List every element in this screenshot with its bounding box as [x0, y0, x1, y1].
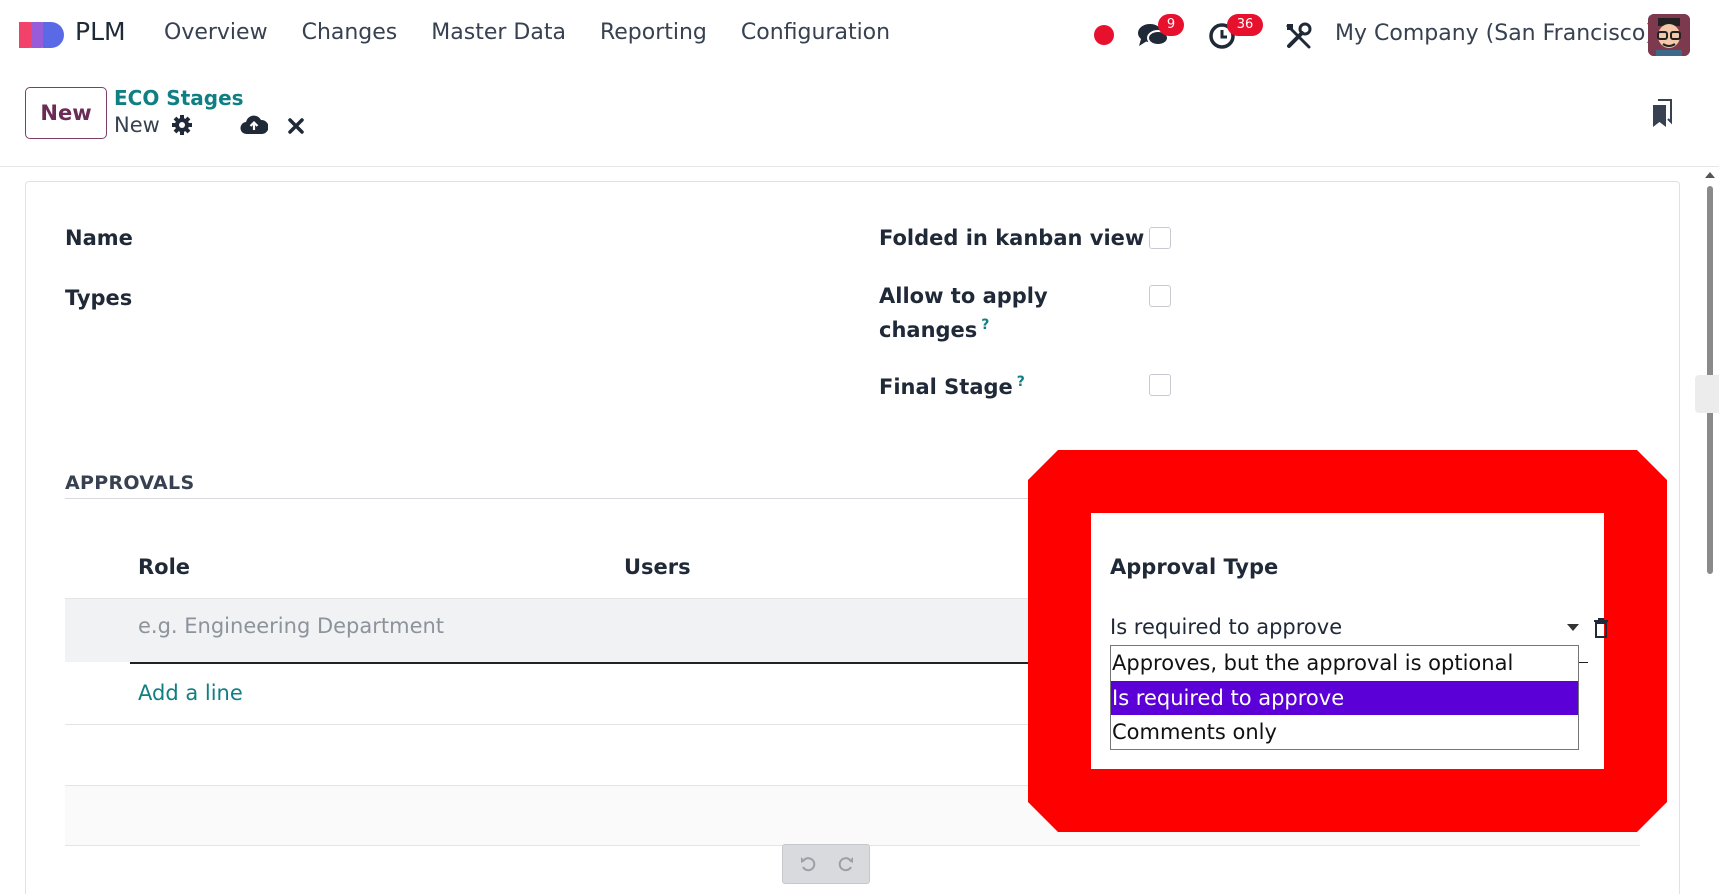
option-comments-only[interactable]: Comments only [1111, 715, 1578, 749]
role-input-underline [130, 662, 1090, 664]
company-switcher[interactable]: My Company (San Francisco) [1335, 21, 1654, 46]
side-panel-handle[interactable] [1695, 375, 1719, 413]
gear-icon[interactable] [171, 114, 193, 136]
add-line-link[interactable]: Add a line [138, 681, 243, 705]
final-stage-label: Final Stage? [879, 374, 1025, 399]
types-label: Types [65, 286, 133, 310]
undo-icon[interactable] [799, 855, 817, 873]
allow-apply-checkbox[interactable] [1149, 285, 1171, 307]
approval-type-dropdown: Approves, but the approval is optional I… [1110, 645, 1579, 750]
final-help-icon[interactable]: ? [1017, 374, 1025, 390]
plm-logo-icon[interactable] [19, 20, 65, 50]
menu-master-data[interactable]: Master Data [431, 20, 566, 45]
allow-apply-label-line2: changes? [879, 317, 990, 342]
column-users[interactable]: Users [624, 555, 691, 579]
folded-label: Folded in kanban view [879, 226, 1145, 250]
redo-icon[interactable] [837, 855, 855, 873]
recording-dot-icon[interactable] [1094, 25, 1114, 45]
chevron-down-icon[interactable] [1567, 624, 1579, 631]
breadcrumb-eco-stages[interactable]: ECO Stages [114, 86, 244, 110]
option-optional[interactable]: Approves, but the approval is optional [1111, 646, 1578, 680]
chat-count-badge: 9 [1158, 14, 1184, 36]
option-required-selected[interactable]: Is required to approve [1111, 681, 1578, 715]
tools-icon[interactable] [1285, 22, 1313, 50]
menu-configuration[interactable]: Configuration [741, 20, 890, 45]
column-approval-type[interactable]: Approval Type [1110, 555, 1278, 579]
avatar[interactable] [1648, 14, 1690, 56]
breadcrumb-current: New [114, 113, 160, 137]
menu-reporting[interactable]: Reporting [600, 20, 707, 45]
approval-type-select[interactable]: Is required to approve [1110, 615, 1342, 639]
activity-count-badge: 36 [1227, 14, 1263, 36]
column-role[interactable]: Role [138, 555, 190, 579]
allow-apply-label-line1: Allow to apply [879, 284, 1048, 308]
final-stage-checkbox[interactable] [1149, 374, 1171, 396]
main-menu: Overview Changes Master Data Reporting C… [164, 20, 924, 45]
undo-redo-group [782, 844, 870, 884]
menu-overview[interactable]: Overview [164, 20, 268, 45]
role-input[interactable]: e.g. Engineering Department [138, 614, 444, 638]
trash-icon[interactable] [1593, 617, 1609, 639]
name-label: Name [65, 226, 133, 250]
discard-close-icon[interactable] [287, 117, 305, 135]
new-button[interactable]: New [25, 87, 107, 139]
scroll-up-arrow-icon[interactable] [1705, 172, 1715, 178]
allow-help-icon[interactable]: ? [981, 317, 989, 333]
approvals-section-title: APPROVALS [65, 472, 195, 494]
bookmark-icon[interactable] [1651, 98, 1673, 128]
top-navbar: PLM Overview Changes Master Data Reporti… [0, 0, 1719, 70]
header-divider [0, 166, 1719, 167]
folded-checkbox[interactable] [1149, 227, 1171, 249]
save-cloud-icon[interactable] [240, 114, 268, 136]
app-name[interactable]: PLM [75, 17, 126, 46]
menu-changes[interactable]: Changes [302, 20, 398, 45]
